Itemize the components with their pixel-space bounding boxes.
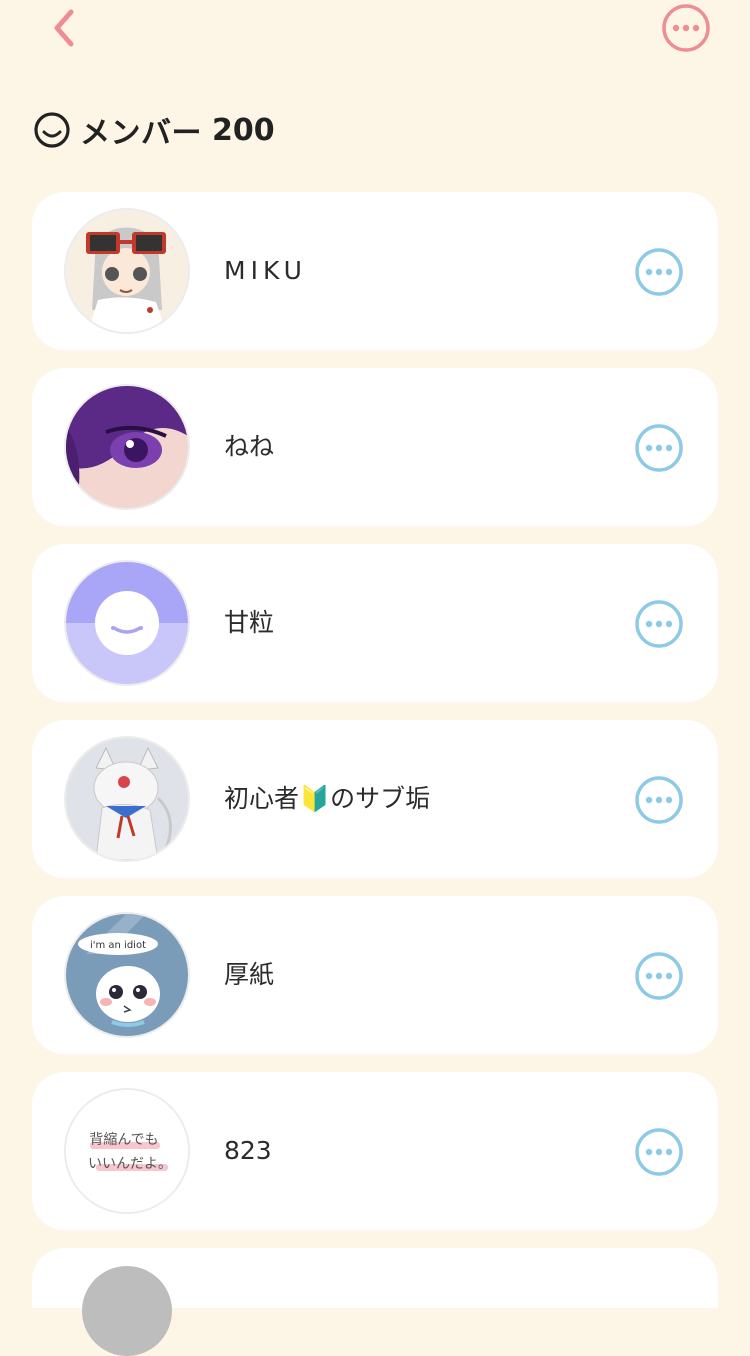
member-more-button[interactable] [634,775,684,825]
member-row[interactable]: 背縮んでも いいんだよ。 823 [32,1072,718,1230]
more-horizontal-circle-icon [635,600,683,648]
avatar [64,560,190,686]
member-count: 200 [212,112,275,148]
chevron-left-icon [54,9,74,47]
more-horizontal-circle-icon [635,248,683,296]
member-name: 厚紙 [224,960,275,989]
member-more-button[interactable] [634,951,684,1001]
members-section-header: メンバー 200 [32,108,275,152]
member-more-button[interactable] [634,599,684,649]
member-name: MIKU [224,256,307,285]
avatar [64,208,190,334]
member-more-button[interactable] [634,247,684,297]
member-name: ねね [224,432,275,461]
member-more-button[interactable] [634,1127,684,1177]
section-title: メンバー [80,116,202,151]
avatar: 背縮んでも いいんだよ。 [64,1088,190,1214]
top-bar [0,0,750,64]
smile-face-icon [32,110,72,150]
member-more-button[interactable] [634,423,684,473]
member-row[interactable]: 甘粒 [32,544,718,702]
member-row[interactable] [32,1248,718,1356]
more-options-button[interactable] [660,2,712,54]
handwritten-line-1: 背縮んでも [89,1132,158,1148]
member-list: MIKU ねね 甘粒 初心者🔰のサブ垢 i'm an idiot 厚紙 背縮んで… [32,192,718,1356]
idiot-speech-text: i'm an idiot [90,940,146,951]
handwritten-line-2: いいんだよ。 [88,1156,172,1172]
avatar [64,384,190,510]
back-button[interactable] [42,6,86,50]
more-horizontal-circle-icon [635,424,683,472]
member-name: 初心者🔰のサブ垢 [224,784,431,813]
more-horizontal-circle-icon [635,1128,683,1176]
more-horizontal-circle-icon [635,776,683,824]
member-row[interactable]: ねね [32,368,718,526]
member-name: 甘粒 [224,608,275,637]
member-row[interactable]: 初心者🔰のサブ垢 [32,720,718,878]
member-name: 823 [224,1136,272,1165]
member-row[interactable]: i'm an idiot 厚紙 [32,896,718,1054]
more-horizontal-circle-icon [662,4,710,52]
avatar [82,1266,172,1356]
avatar: i'm an idiot [64,912,190,1038]
avatar [64,736,190,862]
member-row[interactable]: MIKU [32,192,718,350]
more-horizontal-circle-icon [635,952,683,1000]
